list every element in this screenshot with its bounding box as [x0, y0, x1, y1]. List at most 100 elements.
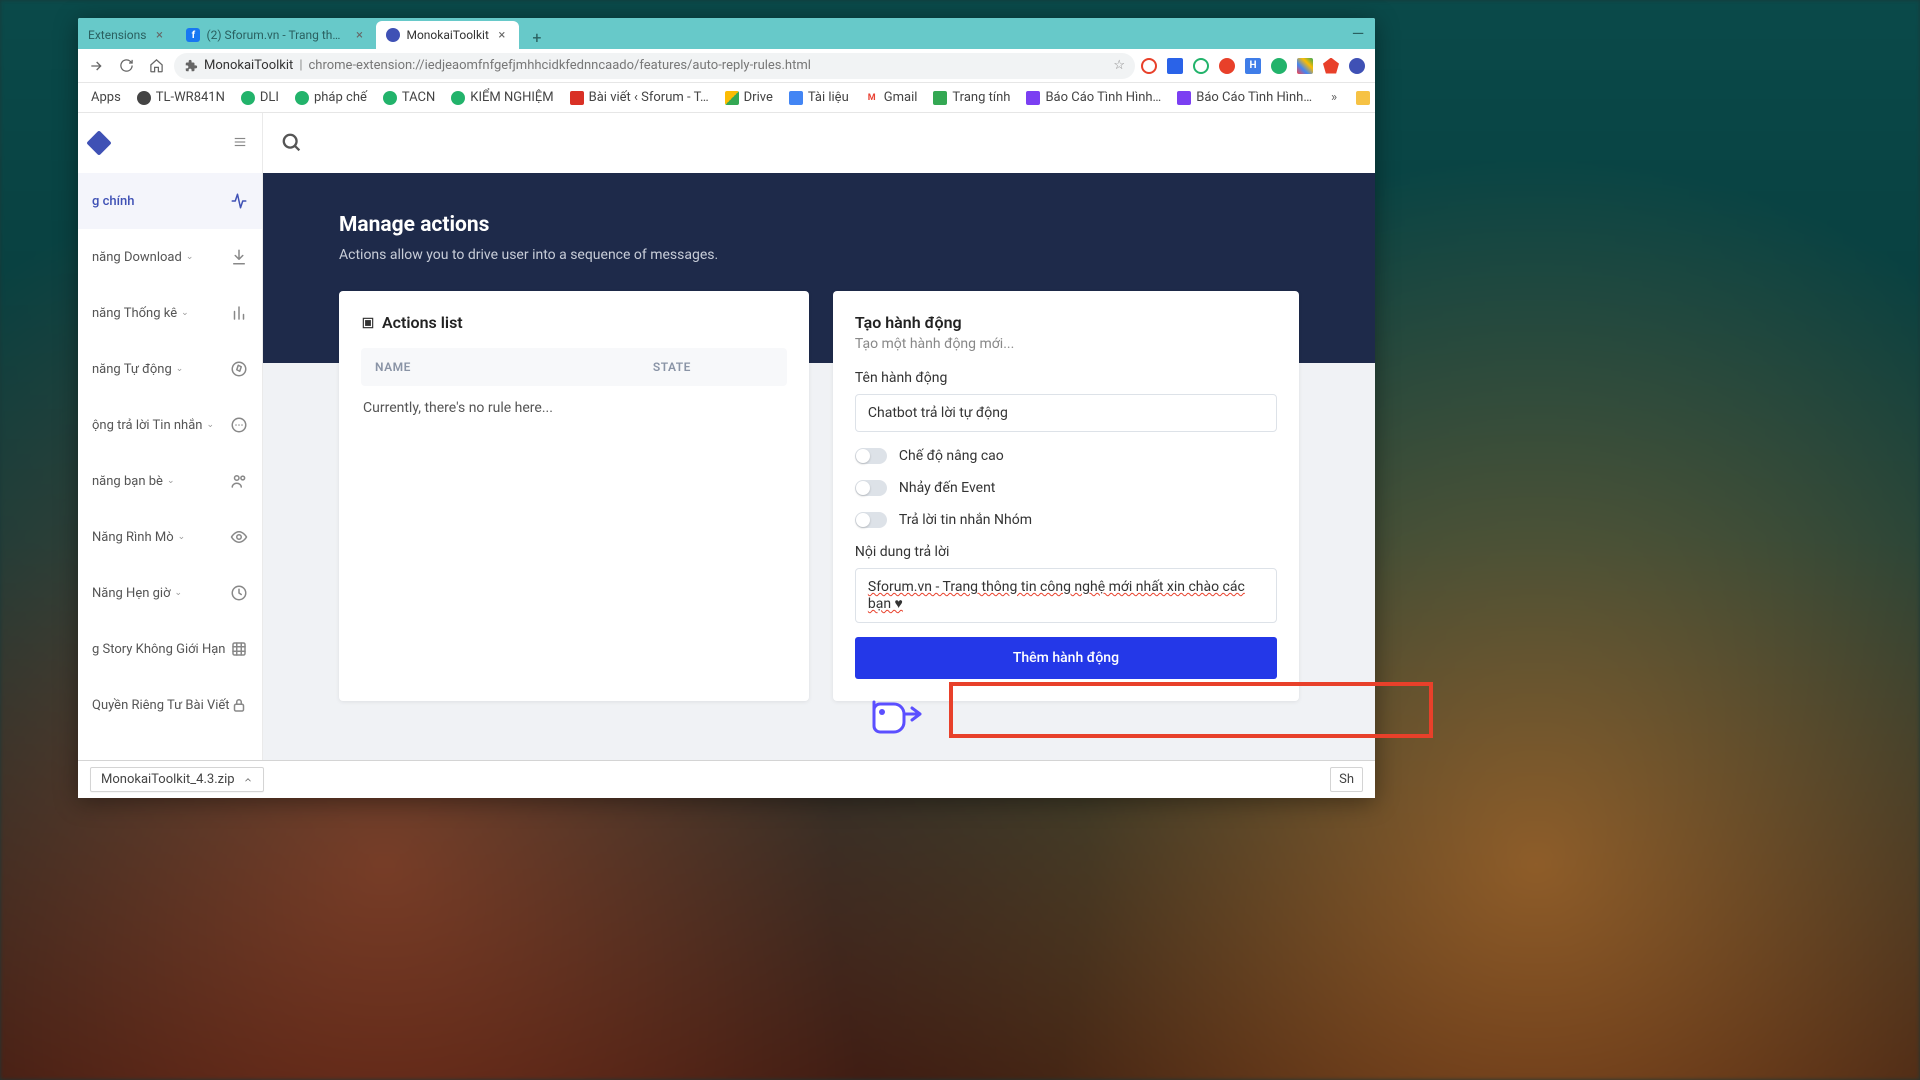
sidebar-item-4[interactable]: ộng trả lời Tin nhắn ⌄ [78, 397, 262, 453]
users-icon [230, 472, 248, 490]
bookmark-apps[interactable]: Apps [84, 87, 128, 108]
sidebar-item-8[interactable]: g Story Không Giới Hạn [78, 621, 262, 677]
tab-monokai[interactable]: MonokaiToolkit × [376, 21, 518, 49]
content-label: Nội dung trả lời [855, 544, 1277, 560]
extension-icons: H [1141, 58, 1369, 74]
toggle-switch[interactable] [855, 480, 887, 496]
tab-label: Extensions [88, 28, 146, 42]
list-icon [361, 316, 375, 330]
reload-button[interactable] [114, 54, 138, 78]
bookmark-item[interactable]: DLI [234, 87, 286, 108]
url-prefix: MonokaiToolkit [204, 58, 293, 73]
bookmarks-overflow[interactable]: » [1321, 87, 1347, 108]
tab-sforum[interactable]: f (2) Sforum.vn - Trang thông tin c × [176, 21, 376, 49]
ext-icon[interactable] [1219, 58, 1235, 74]
ext-icon[interactable] [1323, 58, 1339, 74]
ext-icon[interactable] [1141, 58, 1157, 74]
main-area: Manage actions Actions allow you to driv… [263, 113, 1375, 798]
folder-icon [1356, 91, 1370, 105]
sidebar-label: Năng Rình Mò [92, 530, 174, 545]
tab-extensions[interactable]: Extensions × [78, 21, 176, 49]
ext-icon[interactable] [1297, 58, 1313, 74]
home-button[interactable] [144, 54, 168, 78]
toggle-row-0: Chế độ nâng cao [855, 448, 1277, 464]
bookmark-item[interactable]: KIỂM NGHIỆM [444, 87, 560, 108]
ext-icon[interactable] [1193, 58, 1209, 74]
chevron-down-icon: ⌄ [176, 364, 184, 374]
bars-icon [230, 304, 248, 322]
download-item[interactable]: MonokaiToolkit_4.3.zip [90, 767, 264, 792]
other-bookmarks[interactable]: Oth [1349, 87, 1375, 108]
add-action-button[interactable]: Thêm hành động [855, 637, 1277, 679]
chevron-down-icon: ⌄ [175, 588, 183, 598]
show-all-downloads[interactable]: Sh [1330, 767, 1363, 792]
sidebar-label: năng Download [92, 250, 182, 265]
card-subtitle: Tạo một hành động mới... [855, 336, 1277, 352]
actions-list-card: Actions list NAME STATE Currently, there… [339, 291, 809, 701]
table-header: NAME STATE [361, 348, 787, 386]
activity-icon [230, 192, 248, 210]
ext-icon[interactable] [1271, 58, 1287, 74]
menu-toggle[interactable] [232, 134, 250, 153]
sidebar-item-3[interactable]: năng Tự động⌄ [78, 341, 262, 397]
ext-icon[interactable] [1167, 58, 1183, 74]
ext-icon[interactable] [1349, 58, 1365, 74]
action-name-input[interactable] [855, 394, 1277, 432]
sidebar-item-5[interactable]: năng bạn bè ⌄ [78, 453, 262, 509]
bookmark-item[interactable]: Trang tính [926, 87, 1017, 108]
sidebar-item-0[interactable]: g chính [78, 173, 262, 229]
sidebar-item-1[interactable]: năng Download⌄ [78, 229, 262, 285]
bookmark-item[interactable]: Bài viết ‹ Sforum - T… [563, 87, 716, 108]
chevron-down-icon: ⌄ [167, 476, 175, 486]
bookmark-item[interactable]: Báo Cáo Tình Hình… [1019, 87, 1168, 108]
monokai-icon [386, 28, 400, 42]
sidebar-label: ộng trả lời Tin nhắn [92, 418, 202, 433]
window-controls: — [1341, 18, 1375, 49]
toggle-label: Nhảy đến Event [899, 480, 996, 496]
bookmark-item[interactable]: Drive [718, 87, 780, 108]
sidebar-item-6[interactable]: Năng Rình Mò⌄ [78, 509, 262, 565]
search-icon[interactable] [281, 132, 303, 154]
toggle-switch[interactable] [855, 448, 887, 464]
site-icon [570, 91, 584, 105]
toggle-switch[interactable] [855, 512, 887, 528]
app-sidebar: g chínhnăng Download⌄năng Thống kê⌄năng … [78, 113, 263, 798]
forward-button[interactable] [84, 54, 108, 78]
sidebar-item-9[interactable]: Quyền Riêng Tư Bài Viết [78, 677, 262, 733]
star-icon[interactable]: ☆ [1113, 58, 1125, 73]
sidebar-item-7[interactable]: Năng Hẹn giờ⌄ [78, 565, 262, 621]
site-icon [241, 91, 255, 105]
sidebar-item-2[interactable]: năng Thống kê⌄ [78, 285, 262, 341]
empty-state: Currently, there's no rule here... [361, 386, 787, 430]
compass-icon [230, 360, 248, 378]
url-input[interactable]: MonokaiToolkit | chrome-extension://iedj… [174, 53, 1135, 79]
ext-icon[interactable]: H [1245, 58, 1261, 74]
bookmark-item[interactable]: TACN [376, 87, 442, 108]
close-icon[interactable]: × [495, 28, 509, 42]
bookmark-item[interactable]: Báo Cáo Tình Hình… [1170, 87, 1319, 108]
bookmark-item[interactable]: Tài liệu [782, 87, 856, 108]
page-title: Manage actions [339, 213, 1299, 237]
sidebar-label: Quyền Riêng Tư Bài Viết [92, 698, 230, 713]
lock-icon [230, 696, 248, 714]
site-icon [1026, 91, 1040, 105]
bookmark-item[interactable]: MGmail [858, 87, 925, 108]
minimize-button[interactable]: — [1341, 18, 1375, 49]
bookmark-item[interactable]: pháp chế [288, 87, 374, 108]
site-icon [295, 91, 309, 105]
download-icon [230, 248, 248, 266]
chevron-down-icon: ⌄ [206, 420, 214, 430]
eye-icon [230, 528, 248, 546]
site-icon [383, 91, 397, 105]
sidebar-label: năng Thống kê [92, 306, 177, 321]
sidebar-label: năng bạn bè [92, 474, 163, 489]
content-textarea[interactable]: Sforum.vn - Trang thông tin công nghệ mớ… [855, 568, 1277, 623]
close-icon[interactable]: × [352, 28, 366, 42]
page-subtitle: Actions allow you to drive user into a s… [339, 247, 1299, 263]
url-text: chrome-extension://iedjeaomfnfgefjmhhcid… [309, 58, 811, 73]
site-icon [451, 91, 465, 105]
site-icon [1177, 91, 1191, 105]
close-icon[interactable]: × [152, 28, 166, 42]
bookmark-item[interactable]: TL-WR841N [130, 87, 232, 108]
new-tab-button[interactable]: + [525, 25, 549, 49]
